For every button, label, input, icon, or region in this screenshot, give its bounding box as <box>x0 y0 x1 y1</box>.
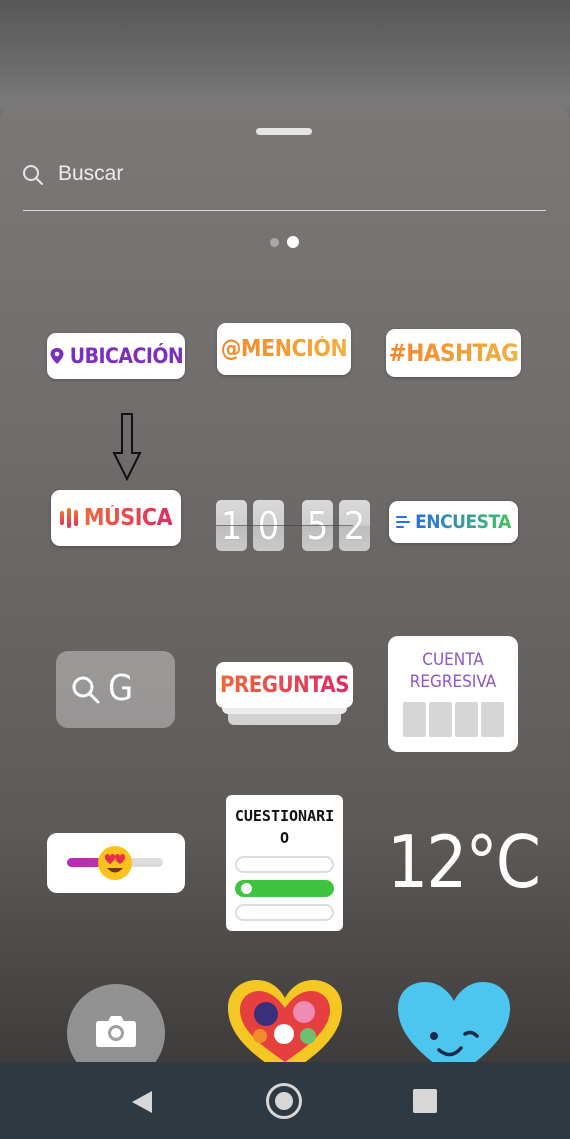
recents-square-icon[interactable] <box>413 1089 437 1113</box>
music-bars-icon <box>59 508 78 528</box>
back-triangle-icon[interactable] <box>131 1090 153 1114</box>
temperature-sticker[interactable]: 12°C <box>387 822 541 902</box>
location-pin-icon <box>50 348 64 364</box>
camera-icon <box>96 1016 136 1047</box>
quiz-option <box>235 856 334 873</box>
gif-search-label: G <box>108 668 134 709</box>
page-dot-1[interactable] <box>270 238 279 247</box>
quiz-option <box>235 904 334 921</box>
quiz-sticker-label: CUESTIONARI O <box>234 807 335 847</box>
countdown-sticker[interactable]: CUENTA REGRESIVA <box>388 636 518 752</box>
location-sticker-label: UBICACIÓN <box>69 344 184 368</box>
clock-split-line <box>216 525 353 526</box>
questions-sticker-label: PREGUNTAS <box>219 672 350 698</box>
search-icon <box>72 676 100 704</box>
hashtag-sticker[interactable]: #HASHTAG <box>386 329 521 377</box>
down-arrow-annotation <box>112 413 142 481</box>
countdown-sticker-label: CUENTA REGRESIVA <box>409 650 497 692</box>
music-sticker[interactable]: MÚSICA <box>51 490 181 546</box>
gif-search-sticker[interactable]: G <box>56 651 175 728</box>
mention-sticker[interactable]: @MENCIÓN <box>217 323 351 375</box>
quiz-option-correct <box>235 880 334 897</box>
drag-handle[interactable] <box>256 128 312 135</box>
mention-sticker-label: @MENCIÓN <box>220 336 348 362</box>
search-input[interactable]: Buscar <box>58 162 123 186</box>
quiz-sticker[interactable]: CUESTIONARI O <box>226 795 343 931</box>
page-dot-2-active[interactable] <box>287 236 299 248</box>
check-icon <box>241 883 252 894</box>
poll-lines-icon <box>396 516 411 528</box>
hashtag-sticker-label: #HASHTAG <box>388 339 519 367</box>
music-sticker-label: MÚSICA <box>83 505 173 531</box>
emoji-slider-sticker[interactable] <box>47 833 185 893</box>
search-icon <box>23 165 43 185</box>
heart-eyes-emoji-icon <box>98 846 132 880</box>
questions-sticker[interactable]: PREGUNTAS <box>216 662 353 726</box>
location-sticker[interactable]: UBICACIÓN <box>47 333 185 379</box>
countdown-boxes <box>403 702 504 737</box>
home-circle-icon[interactable] <box>266 1083 302 1119</box>
search-underline <box>23 210 546 211</box>
poll-sticker-label: ENCUESTA <box>415 511 511 533</box>
poll-sticker[interactable]: ENCUESTA <box>389 501 518 543</box>
